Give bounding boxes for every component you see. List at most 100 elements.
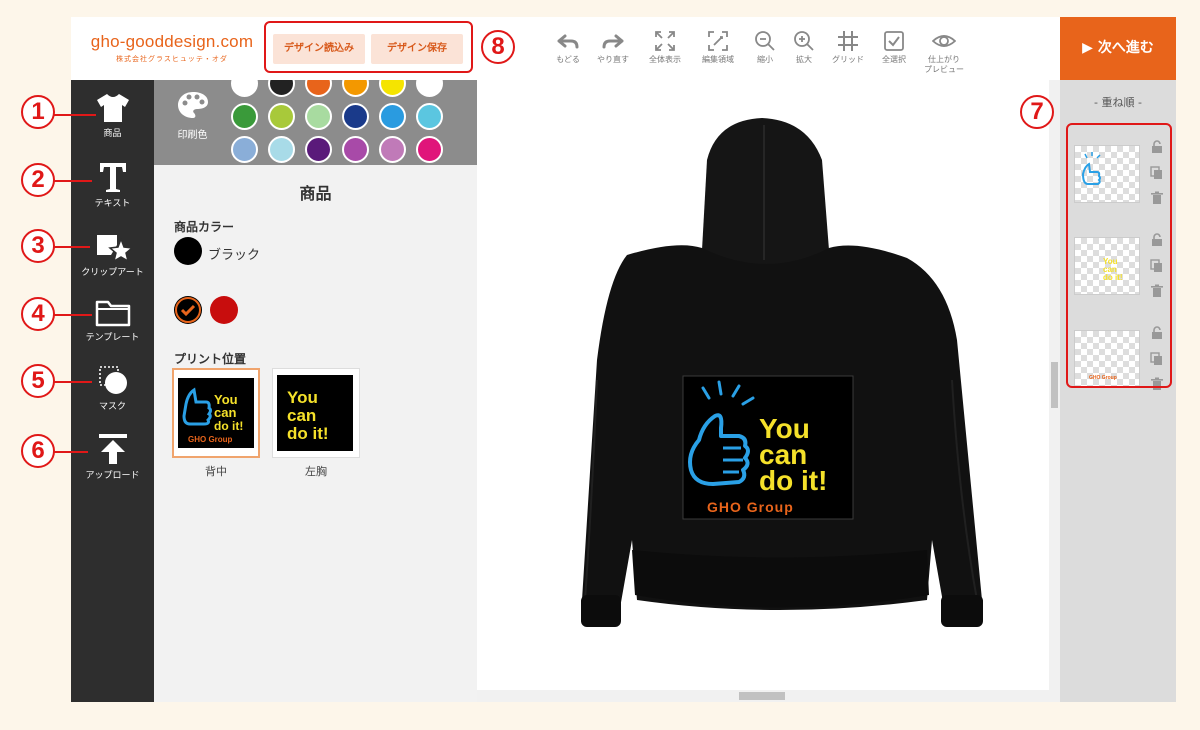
zoom-in-label: 拡大 <box>796 55 812 64</box>
position-back-card[interactable]: You can do it! GHO Group <box>172 368 260 458</box>
position-chest-card[interactable]: You can do it! <box>272 368 360 458</box>
logo-text: gho-gooddesign.com <box>90 32 254 51</box>
callout-5: 5 <box>21 364 55 398</box>
print-color-swatch[interactable] <box>268 103 295 130</box>
print-position-heading: プリント位置 <box>174 352 247 366</box>
print-color-swatch[interactable] <box>231 103 258 130</box>
sidebar-label-product: 商品 <box>103 129 122 139</box>
redo-icon <box>602 34 624 49</box>
horizontal-scrollbar[interactable] <box>477 690 1060 702</box>
color-option-red[interactable] <box>210 296 238 324</box>
sidebar-item-clipart[interactable]: クリップアート <box>71 231 154 278</box>
site-logo[interactable]: gho-gooddesign.com 株式会社グラスヒュッテ・オダ <box>83 32 261 64</box>
fit-screen-label: 全体表示 <box>649 55 681 64</box>
print-color-swatch[interactable] <box>416 136 443 163</box>
grid-button[interactable]: グリッド <box>823 29 873 65</box>
callout-line <box>52 314 92 316</box>
print-color-swatch[interactable] <box>268 136 295 163</box>
print-color-swatch[interactable] <box>268 80 295 97</box>
product-panel: 印刷色 商品 商品カラー ブラック プリント位置 You can do it! … <box>154 80 477 702</box>
print-color-swatch[interactable] <box>342 103 369 130</box>
print-color-swatch[interactable] <box>231 80 258 97</box>
product-color-heading: 商品カラー <box>174 220 235 234</box>
layers-highlight-box <box>1066 123 1172 388</box>
select-all-button[interactable]: 全選択 <box>869 29 919 65</box>
sidebar-label-text: テキスト <box>94 199 131 209</box>
sidebar-item-text[interactable]: テキスト <box>71 160 154 209</box>
preview-label-2: プレビュー <box>924 65 964 74</box>
preview-button[interactable]: 仕上がり プレビュー <box>919 29 969 75</box>
edit-area-button[interactable]: 編集領域 <box>693 29 743 65</box>
edit-area-icon <box>708 31 728 51</box>
fit-screen-button[interactable]: 全体表示 <box>640 29 690 65</box>
print-color-swatch[interactable] <box>305 136 332 163</box>
sidebar-label-upload: アップロード <box>85 471 140 481</box>
sidebar-item-template[interactable]: テンプレート <box>71 298 154 343</box>
sidebar-item-upload[interactable]: アップロード <box>71 432 154 481</box>
print-color-swatch[interactable] <box>342 136 369 163</box>
zoom-in-button[interactable]: 拡大 <box>779 29 829 65</box>
callout-line <box>52 114 96 116</box>
next-step-button[interactable]: ▶ 次へ進む <box>1060 17 1176 80</box>
design-group-text[interactable]: GHO Group <box>707 499 794 515</box>
vertical-scroll-thumb[interactable] <box>1051 362 1058 408</box>
horizontal-scroll-thumb[interactable] <box>739 692 785 700</box>
svg-text:can: can <box>214 405 236 420</box>
callout-3: 3 <box>21 229 55 263</box>
undo-button[interactable]: もどる <box>543 29 593 65</box>
tshirt-icon <box>96 94 129 122</box>
redo-button[interactable]: やり直す <box>588 29 638 65</box>
print-color-swatch[interactable] <box>342 80 369 97</box>
print-color-swatch[interactable] <box>231 136 258 163</box>
panel-title: 商品 <box>299 184 332 203</box>
eye-icon <box>932 35 956 47</box>
clipart-icon <box>96 235 133 263</box>
callout-line <box>52 246 90 248</box>
callout-6: 6 <box>21 434 55 468</box>
position-chest-label: 左胸 <box>305 465 327 478</box>
callout-8: 8 <box>481 30 515 64</box>
fit-screen-icon <box>655 31 675 51</box>
sidebar-label-template: テンプレート <box>85 333 140 343</box>
undo-icon <box>557 34 579 49</box>
upload-icon <box>98 434 127 464</box>
svg-text:GHO Group: GHO Group <box>188 435 233 444</box>
print-color-button[interactable]: 印刷色 <box>170 90 215 141</box>
file-buttons-highlight-box <box>264 21 473 73</box>
design-canvas[interactable]: You can do it! GHO Group <box>477 80 1060 702</box>
print-color-swatch[interactable] <box>379 103 406 130</box>
print-color-swatch[interactable] <box>416 103 443 130</box>
print-color-swatch[interactable] <box>305 103 332 130</box>
design-editor-app: gho-gooddesign.com 株式会社グラスヒュッテ・オダ デザイン読込… <box>71 17 1176 702</box>
redo-label: やり直す <box>597 55 629 64</box>
print-color-swatch[interactable] <box>379 136 406 163</box>
vertical-scrollbar[interactable] <box>1049 80 1060 690</box>
grid-label: グリッド <box>832 55 864 64</box>
svg-text:do it!: do it! <box>287 424 329 443</box>
sidebar-item-mask[interactable]: マスク <box>71 365 154 412</box>
svg-text:can: can <box>287 406 316 425</box>
print-color-label: 印刷色 <box>177 130 208 141</box>
zoom-in-icon <box>794 31 814 51</box>
callout-line <box>52 180 92 182</box>
svg-text:You: You <box>287 388 318 407</box>
top-toolbar: gho-gooddesign.com 株式会社グラスヒュッテ・オダ デザイン読込… <box>71 17 1176 80</box>
preview-label-1: 仕上がり <box>928 55 960 64</box>
design-line3[interactable]: do it! <box>759 465 827 496</box>
print-color-swatch[interactable] <box>379 80 406 97</box>
zoom-out-icon <box>755 31 775 51</box>
position-chest-thumbnail: You can do it! <box>277 375 353 451</box>
sidebar-label-mask: マスク <box>98 402 126 412</box>
color-option-black[interactable] <box>174 296 202 324</box>
current-color-name: ブラック <box>208 248 261 263</box>
logo-subtext: 株式会社グラスヒュッテ・オダ <box>116 55 228 63</box>
callout-4: 4 <box>21 297 55 331</box>
svg-text:do it!: do it! <box>214 419 243 433</box>
print-color-swatch[interactable] <box>305 80 332 97</box>
callout-1: 1 <box>21 95 55 129</box>
callout-7: 7 <box>1020 95 1054 129</box>
print-color-bar: 印刷色 <box>154 80 477 165</box>
callout-line <box>52 451 88 453</box>
undo-label: もどる <box>556 55 580 64</box>
print-color-swatch[interactable] <box>416 80 443 97</box>
